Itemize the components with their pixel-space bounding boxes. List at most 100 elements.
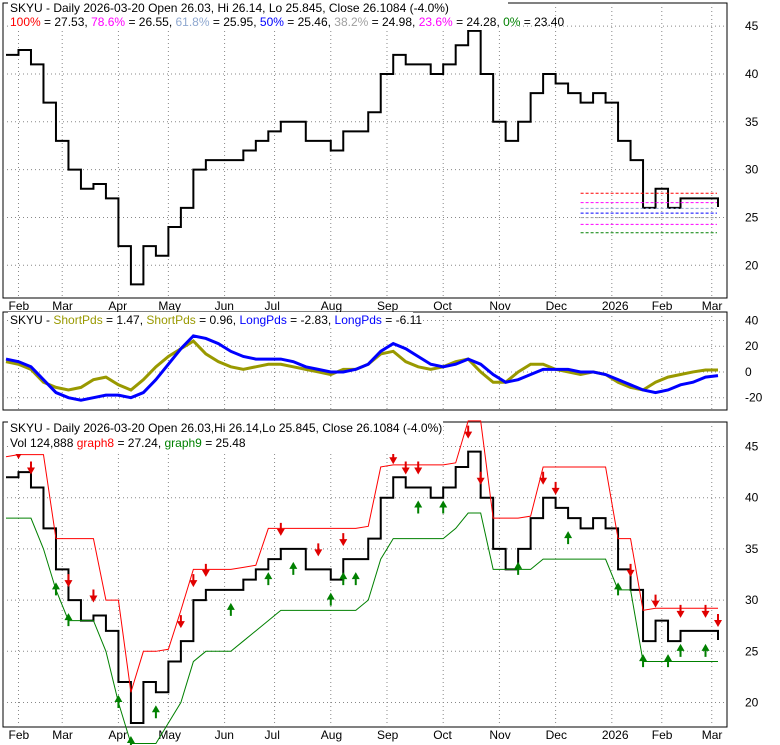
price-axis-tick-label: 45	[745, 19, 759, 33]
price2-axis-tick-label: 45	[745, 439, 759, 453]
month-label: Mar	[702, 299, 723, 313]
fib-legend-part: = 24.28,	[453, 15, 503, 29]
sell-arrow-icon	[539, 471, 548, 485]
buy-arrow-icon	[114, 695, 123, 709]
osc-legend: SKYU - ShortPds = 1.47, ShortPds = 0.96,…	[10, 313, 422, 327]
osc-axis-tick-label: 20	[745, 339, 759, 353]
price-axis-tick-label: 30	[745, 163, 759, 177]
month-label: Dec	[546, 299, 567, 313]
osc-legend-part: = 1.47,	[103, 313, 147, 327]
month-label: Oct	[433, 728, 452, 742]
sell-arrow-icon	[89, 589, 98, 603]
month-label: Dec	[546, 728, 567, 742]
month-label: 2026	[602, 728, 629, 742]
buy-arrow-icon	[151, 705, 160, 719]
osc-axis-tick-label: 40	[745, 313, 759, 327]
month-label: Apr	[108, 728, 127, 742]
buy-arrow-icon	[639, 654, 648, 668]
buy-arrow-icon	[439, 500, 448, 514]
fib-legend-part: 0%	[503, 15, 521, 29]
fib-legend-part: = 25.46,	[284, 15, 334, 29]
sell-arrow-icon	[676, 604, 685, 618]
sell-arrow-icon	[189, 574, 198, 588]
sell-arrow-icon	[651, 594, 660, 608]
month-label: May	[158, 299, 181, 313]
osc-legend-part: LongPds	[239, 313, 286, 327]
price2-axis-tick-label: 30	[745, 593, 759, 607]
buy-arrow-icon	[326, 592, 335, 606]
month-label: Feb	[652, 728, 673, 742]
fib-legend-part: = 23.40	[520, 15, 564, 29]
panel-frame-3	[2, 421, 728, 728]
osc-legend-part: ShortPds	[146, 313, 195, 327]
month-label: Jun	[215, 299, 234, 313]
month-label: Mar	[52, 728, 73, 742]
osc-axis-tick-label: 0	[745, 365, 752, 379]
sell-arrow-icon	[201, 563, 210, 577]
price-axis-tick-label: 20	[745, 258, 759, 272]
price-line	[6, 29, 719, 286]
month-label: Apr	[108, 299, 127, 313]
osc-legend-part: = 0.96,	[196, 313, 240, 327]
buy-arrow-icon	[701, 643, 710, 657]
month-label: Jul	[265, 728, 280, 742]
fib-legend-part: = 27.53,	[41, 15, 91, 29]
fib-legend-part: 78.6%	[91, 15, 125, 29]
vol-legend-part: graph8	[77, 436, 115, 450]
buy-arrow-icon	[351, 572, 360, 586]
sell-arrow-icon	[276, 522, 285, 536]
sell-arrow-icon	[476, 471, 485, 485]
buy-arrow-icon	[51, 582, 60, 596]
month-label: Feb	[8, 299, 29, 313]
buy-arrow-icon	[226, 602, 235, 616]
buy-arrow-icon	[564, 531, 573, 545]
vol-legend: Vol 124,888 graph8 = 27.24, graph9 = 25.…	[10, 436, 246, 450]
chart1-title: SKYU - Daily 2026-03-20 Open 26.03, Hi 2…	[10, 1, 449, 15]
price-line-2	[6, 450, 719, 724]
price2-axis-tick-label: 25	[745, 644, 759, 658]
sell-arrow-icon	[714, 614, 722, 628]
month-label: Nov	[489, 299, 510, 313]
buy-arrow-icon	[339, 572, 348, 586]
vol-legend-part: = 27.24,	[114, 436, 164, 450]
chart1-title-part: SKYU - Daily 2026-03-20 Open 26.03, Hi 2…	[10, 1, 449, 15]
month-label: Oct	[433, 299, 452, 313]
price2-axis-tick-label: 35	[745, 542, 759, 556]
fib-legend: 100% = 27.53, 78.6% = 26.55, 61.8% = 25.…	[10, 15, 564, 29]
month-label: Aug	[321, 299, 342, 313]
osc-axis-tick-label: -20	[745, 391, 763, 405]
month-label: Nov	[489, 728, 510, 742]
buy-arrow-icon	[664, 654, 673, 668]
vol-legend-part: graph9	[164, 436, 202, 450]
sell-arrow-icon	[464, 425, 473, 439]
buy-arrow-icon	[414, 500, 423, 514]
sell-arrow-icon	[64, 574, 73, 588]
fib-legend-part: = 24.98,	[368, 15, 418, 29]
sell-arrow-icon	[314, 543, 323, 557]
month-label: Feb	[652, 299, 673, 313]
month-label: Mar	[52, 299, 73, 313]
price-axis-tick-label: 35	[745, 115, 759, 129]
fib-legend-part: 50%	[260, 15, 284, 29]
month-label: Mar	[702, 728, 723, 742]
fib-legend-part: 100%	[10, 15, 41, 29]
graph9-line	[6, 512, 718, 744]
month-label: 2026	[602, 299, 629, 313]
fib-legend-part: 61.8%	[175, 15, 209, 29]
sell-arrow-icon	[414, 461, 423, 475]
panel-frame-1	[2, 2, 728, 299]
chart-svg: 20 25 30 35 40 45 -20 0 20 40 20 25 30 35 40 45 Feb Feb Ma…	[2, 0, 763, 745]
month-label: Jul	[265, 299, 280, 313]
price-axis-tick-label: 40	[745, 67, 759, 81]
fib-legend-part: = 26.55,	[125, 15, 175, 29]
buy-arrow-icon	[64, 613, 73, 627]
sell-arrow-icon	[626, 563, 635, 577]
buy-arrow-icon	[676, 643, 685, 657]
osc-legend-part: = -6.11	[382, 313, 422, 327]
vol-legend-part: Vol 124,888	[10, 436, 77, 450]
chart3-title: SKYU - Daily 2026-03-20 Open 26.03,Hi 26…	[10, 421, 442, 435]
fib-legend-part: 38.2%	[334, 15, 368, 29]
buy-arrow-icon	[614, 582, 623, 596]
sell-arrow-icon	[701, 604, 710, 618]
osc-legend-part: LongPds	[335, 313, 382, 327]
